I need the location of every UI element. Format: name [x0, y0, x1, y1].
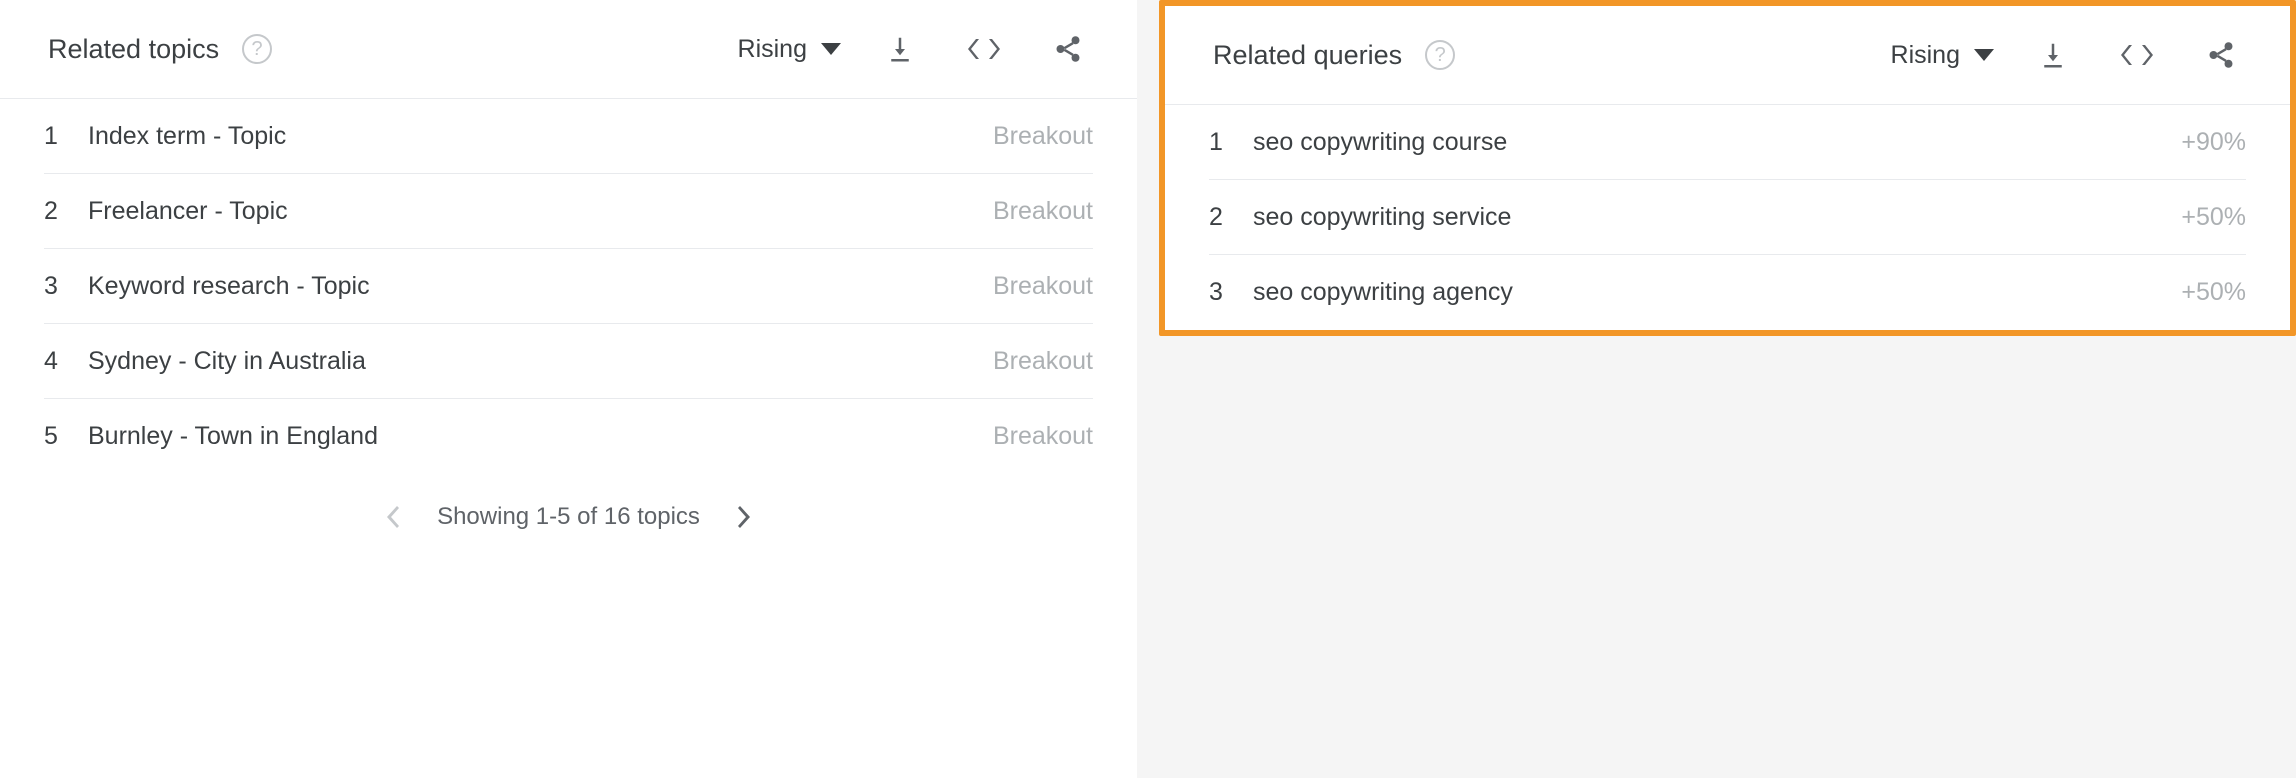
- item-value: Breakout: [993, 422, 1093, 451]
- pager-status: Showing 1-5 of 16 topics: [437, 503, 700, 531]
- list-item[interactable]: 1 seo copywriting course +90%: [1209, 105, 2246, 180]
- list-item[interactable]: 2 seo copywriting service +50%: [1209, 180, 2246, 255]
- panel-header: Related topics ? Rising: [0, 0, 1137, 98]
- item-value: +50%: [2181, 203, 2246, 232]
- queries-list: 1 seo copywriting course +90% 2 seo copy…: [1165, 104, 2290, 330]
- item-label: seo copywriting course: [1253, 128, 2181, 157]
- list-item[interactable]: 1 Index term - Topic Breakout: [44, 99, 1093, 174]
- code-icon: [2120, 43, 2154, 67]
- rank: 1: [44, 122, 88, 151]
- rank: 4: [44, 347, 88, 376]
- panel-title: Related queries: [1213, 40, 1402, 71]
- item-label: Freelancer - Topic: [88, 197, 993, 226]
- share-button[interactable]: [1043, 24, 1093, 74]
- rank: 3: [1209, 278, 1253, 307]
- download-button[interactable]: [875, 24, 925, 74]
- help-icon[interactable]: ?: [1422, 37, 1458, 73]
- chevron-left-icon: [384, 504, 400, 530]
- pager: Showing 1-5 of 16 topics: [0, 474, 1137, 560]
- list-item[interactable]: 4 Sydney - City in Australia Breakout: [44, 324, 1093, 399]
- sort-dropdown[interactable]: Rising: [1891, 41, 1994, 70]
- list-item[interactable]: 5 Burnley - Town in England Breakout: [44, 399, 1093, 474]
- share-icon: [1053, 34, 1083, 64]
- embed-button[interactable]: [959, 24, 1009, 74]
- rank: 5: [44, 422, 88, 451]
- list-item[interactable]: 3 Keyword research - Topic Breakout: [44, 249, 1093, 324]
- help-icon[interactable]: ?: [239, 31, 275, 67]
- item-value: +90%: [2181, 128, 2246, 157]
- chevron-down-icon: [821, 43, 841, 55]
- download-icon: [2038, 40, 2068, 70]
- rank: 2: [44, 197, 88, 226]
- item-label: seo copywriting service: [1253, 203, 2181, 232]
- code-icon: [967, 37, 1001, 61]
- item-value: Breakout: [993, 122, 1093, 151]
- share-icon: [2206, 40, 2236, 70]
- sort-label: Rising: [1891, 41, 1960, 70]
- item-value: Breakout: [993, 272, 1093, 301]
- topics-list: 1 Index term - Topic Breakout 2 Freelanc…: [0, 98, 1137, 474]
- prev-page-button: [375, 500, 409, 534]
- item-label: Keyword research - Topic: [88, 272, 993, 301]
- share-button[interactable]: [2196, 30, 2246, 80]
- chevron-right-icon: [737, 504, 753, 530]
- rank: 1: [1209, 128, 1253, 157]
- item-label: seo copywriting agency: [1253, 278, 2181, 307]
- item-label: Burnley - Town in England: [88, 422, 993, 451]
- related-topics-panel: Related topics ? Rising 1 Index term - T…: [0, 0, 1137, 778]
- rank: 3: [44, 272, 88, 301]
- next-page-button[interactable]: [728, 500, 762, 534]
- related-queries-panel: Related queries ? Rising 1: [1159, 0, 2296, 336]
- embed-button[interactable]: [2112, 30, 2162, 80]
- item-value: Breakout: [993, 347, 1093, 376]
- rank: 2: [1209, 203, 1253, 232]
- list-item[interactable]: 2 Freelancer - Topic Breakout: [44, 174, 1093, 249]
- sort-label: Rising: [738, 35, 807, 64]
- related-queries-wrap: Related queries ? Rising 1: [1159, 0, 2296, 778]
- item-value: Breakout: [993, 197, 1093, 226]
- item-value: +50%: [2181, 278, 2246, 307]
- download-button[interactable]: [2028, 30, 2078, 80]
- download-icon: [885, 34, 915, 64]
- item-label: Sydney - City in Australia: [88, 347, 993, 376]
- panel-header: Related queries ? Rising: [1165, 6, 2290, 104]
- item-label: Index term - Topic: [88, 122, 993, 151]
- panel-title: Related topics: [48, 34, 219, 65]
- sort-dropdown[interactable]: Rising: [738, 35, 841, 64]
- chevron-down-icon: [1974, 49, 1994, 61]
- list-item[interactable]: 3 seo copywriting agency +50%: [1209, 255, 2246, 330]
